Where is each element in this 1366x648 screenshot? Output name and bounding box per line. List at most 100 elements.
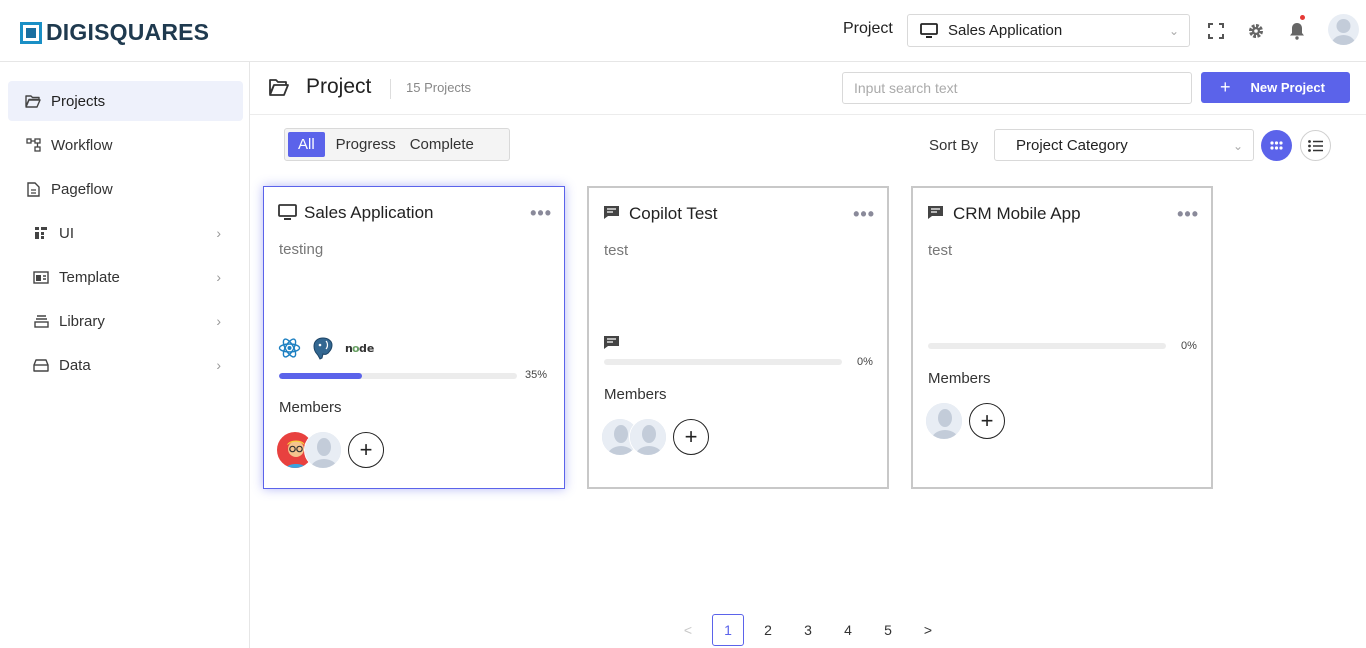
filter-progress[interactable]: Progress — [329, 132, 403, 157]
member-avatar[interactable] — [925, 402, 963, 440]
library-icon — [32, 312, 50, 330]
progress-bar — [279, 373, 517, 379]
chat-icon — [603, 331, 620, 353]
sidebar-item-label: Workflow — [51, 136, 113, 154]
sidebar-item-label: Pageflow — [51, 180, 113, 198]
postgresql-icon — [312, 337, 334, 360]
project-card-sales-application[interactable]: Sales Application ••• testing n o de 35% M… — [263, 186, 565, 489]
tech-stack — [603, 331, 631, 353]
chat-icon — [603, 205, 620, 225]
chevron-right-icon: › — [216, 357, 221, 373]
sidebar-item-workflow[interactable]: Workflow — [8, 125, 243, 165]
workflow-icon — [24, 136, 42, 154]
chevron-right-icon: › — [216, 225, 221, 241]
members-list: + — [925, 402, 1005, 440]
new-project-button[interactable]: + New Project — [1201, 72, 1350, 103]
sidebar-item-label: Data — [59, 356, 91, 374]
add-member-button[interactable]: + — [348, 432, 384, 468]
more-options-icon[interactable]: ••• — [853, 204, 875, 225]
card-description: testing — [279, 241, 324, 258]
project-select[interactable]: Sales Application ⌄ — [907, 14, 1190, 47]
sidebar-item-template[interactable]: Template › — [8, 257, 243, 297]
pagination-next[interactable]: > — [912, 614, 944, 646]
sidebar-item-ui[interactable]: UI › — [8, 213, 243, 253]
grid-view-button[interactable] — [1261, 130, 1292, 161]
sidebar-item-library[interactable]: Library › — [8, 301, 243, 341]
ui-grid-icon — [32, 224, 50, 242]
members-label: Members — [928, 370, 991, 387]
template-icon — [32, 268, 50, 286]
user-avatar[interactable] — [1328, 14, 1359, 45]
progress-text: 35% — [525, 369, 548, 381]
folder-open-icon — [269, 79, 289, 101]
pagination-page-5[interactable]: 5 — [872, 614, 904, 646]
pagination-page-3[interactable]: 3 — [792, 614, 824, 646]
filter-all[interactable]: All — [288, 132, 325, 157]
sort-select[interactable]: Project Category ⌄ — [994, 129, 1254, 161]
sidebar-item-pageflow[interactable]: Pageflow — [8, 169, 243, 209]
members-label: Members — [279, 399, 342, 416]
pagination-page-4[interactable]: 4 — [832, 614, 864, 646]
plus-icon: + — [1220, 77, 1231, 97]
progress-text: 0% — [857, 356, 873, 368]
chevron-down-icon: ⌄ — [1168, 24, 1179, 38]
sidebar-item-label: Template — [59, 268, 120, 286]
logo[interactable]: DIGISQUARES — [20, 19, 209, 46]
more-options-icon[interactable]: ••• — [530, 203, 552, 224]
pagination-page-1[interactable]: 1 — [712, 614, 744, 646]
project-select-value: Sales Application — [948, 22, 1063, 39]
monitor-icon — [278, 204, 297, 226]
logo-mark-icon — [20, 21, 42, 44]
search-input[interactable] — [842, 72, 1192, 104]
tech-stack: n o de — [278, 337, 388, 360]
folder-open-icon — [24, 92, 42, 110]
add-member-button[interactable]: + — [673, 419, 709, 455]
progress-bar — [928, 343, 1166, 349]
add-member-button[interactable]: + — [969, 403, 1005, 439]
filter-complete[interactable]: Complete — [403, 132, 481, 157]
bell-icon[interactable] — [1286, 15, 1308, 42]
member-avatar[interactable] — [304, 431, 342, 469]
new-project-label: New Project — [1250, 80, 1325, 95]
monitor-icon — [920, 22, 938, 38]
card-description: test — [604, 242, 629, 259]
top-bar: DIGISQUARES Project Sales Application ⌄ — [0, 0, 1366, 62]
members-list: + — [601, 418, 709, 456]
grid-icon — [1270, 141, 1283, 150]
card-title: Copilot Test — [629, 204, 718, 223]
card-title: CRM Mobile App — [953, 204, 1081, 223]
project-select-label: Project — [843, 20, 893, 37]
page-title: Project — [306, 75, 372, 98]
nodejs-icon: n o de — [345, 337, 377, 359]
progress-bar — [604, 359, 842, 365]
sidebar-item-data[interactable]: Data › — [8, 345, 243, 385]
sort-select-value: Project Category — [1016, 136, 1128, 154]
pagination-prev[interactable]: < — [672, 614, 704, 646]
gear-icon[interactable] — [1245, 20, 1267, 42]
progress-text: 0% — [1181, 340, 1197, 352]
chat-icon — [927, 205, 944, 225]
sort-by-label: Sort By — [929, 137, 979, 154]
title-divider — [390, 79, 391, 99]
svg-text:de: de — [359, 342, 374, 355]
more-options-icon[interactable]: ••• — [1177, 204, 1199, 225]
list-icon — [1308, 139, 1323, 152]
sidebar: Projects Workflow Pageflow UI › Template… — [0, 62, 250, 648]
pagination: < 1 2 3 4 5 > — [672, 614, 952, 646]
members-list: + — [276, 431, 384, 469]
chevron-right-icon: › — [216, 269, 221, 285]
fullscreen-icon[interactable] — [1205, 20, 1227, 42]
project-card-crm-mobile-app[interactable]: CRM Mobile App ••• test 0% Members + — [911, 186, 1213, 489]
member-avatar[interactable] — [629, 418, 667, 456]
card-description: test — [928, 242, 953, 259]
project-card-copilot-test[interactable]: Copilot Test ••• test 0% Members + — [587, 186, 889, 489]
pagination-page-2[interactable]: 2 — [752, 614, 784, 646]
chevron-right-icon: › — [216, 313, 221, 329]
pageflow-icon — [24, 180, 42, 198]
list-view-button[interactable] — [1300, 130, 1331, 161]
status-filter: All Progress Complete — [284, 128, 510, 161]
sidebar-item-projects[interactable]: Projects — [8, 81, 243, 121]
page-header: Project 15 Projects + New Project — [250, 62, 1366, 115]
project-count: 15 Projects — [406, 80, 472, 95]
notification-badge — [1300, 15, 1305, 20]
